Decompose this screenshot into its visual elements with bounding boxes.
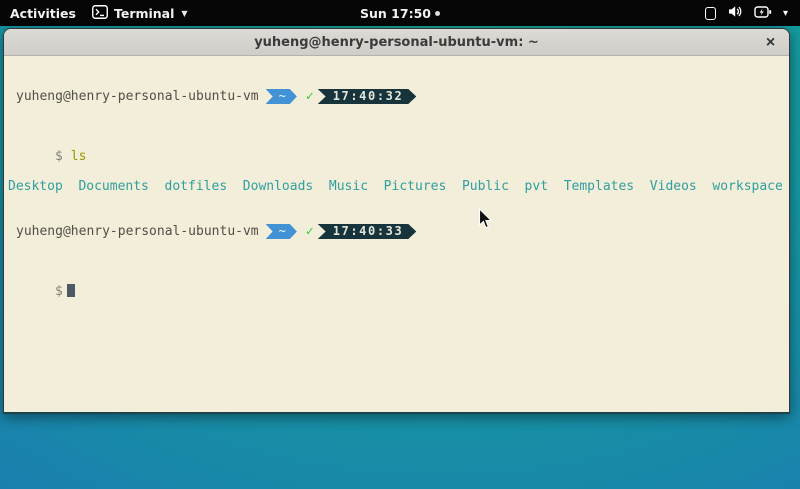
volume-icon	[727, 4, 743, 22]
prompt-line: yuheng@henry-personal-ubuntu-vm ~ ✓ 17:4…	[8, 89, 789, 104]
display-icon	[705, 7, 716, 20]
top-bar: Activities Terminal ▼ Sun 17:50	[0, 0, 800, 26]
close-icon[interactable]: ×	[759, 31, 782, 54]
status-check-icon: ✓	[306, 224, 314, 239]
chevron-down-icon: ▼	[181, 9, 187, 18]
prompt-user: yuheng@henry-personal-ubuntu-vm	[8, 89, 259, 104]
prompt-line: yuheng@henry-personal-ubuntu-vm ~ ✓ 17:4…	[8, 224, 789, 239]
prompt-user: yuheng@henry-personal-ubuntu-vm	[8, 224, 259, 239]
prompt-path-segment: ~	[266, 89, 297, 104]
text-cursor	[67, 284, 75, 297]
clock-label: Sun 17:50	[360, 6, 431, 21]
window-title: yuheng@henry-personal-ubuntu-vm: ~	[254, 35, 539, 50]
app-menu-label: Terminal	[114, 6, 174, 21]
clock-button[interactable]: Sun 17:50	[360, 6, 440, 21]
command-line: $ls	[8, 134, 789, 149]
notification-dot-icon	[435, 11, 440, 16]
status-check-icon: ✓	[306, 89, 314, 104]
prompt-time-segment: 17:40:32	[318, 89, 417, 104]
terminal-app-icon	[92, 5, 108, 22]
titlebar[interactable]: yuheng@henry-personal-ubuntu-vm: ~ ×	[4, 29, 789, 56]
app-menu[interactable]: Terminal ▼	[92, 5, 188, 22]
prompt-time-segment: 17:40:33	[318, 224, 417, 239]
typed-command: ls	[71, 149, 87, 164]
activities-button[interactable]: Activities	[10, 6, 76, 21]
system-menu[interactable]: ▾	[705, 0, 800, 26]
ls-output-line: Desktop Documents dotfiles Downloads Mus…	[8, 179, 789, 194]
prompt-path-segment: ~	[266, 224, 297, 239]
battery-charging-icon	[754, 5, 772, 22]
prompt-dollar: $	[55, 149, 63, 164]
prompt-dollar: $	[55, 284, 63, 299]
mouse-cursor-icon	[478, 208, 494, 234]
input-line: $	[8, 269, 789, 284]
terminal-window: yuheng@henry-personal-ubuntu-vm: ~ × yuh…	[3, 28, 790, 414]
terminal-content[interactable]: yuheng@henry-personal-ubuntu-vm ~ ✓ 17:4…	[4, 56, 789, 413]
system-chevron-down-icon: ▾	[783, 8, 788, 19]
